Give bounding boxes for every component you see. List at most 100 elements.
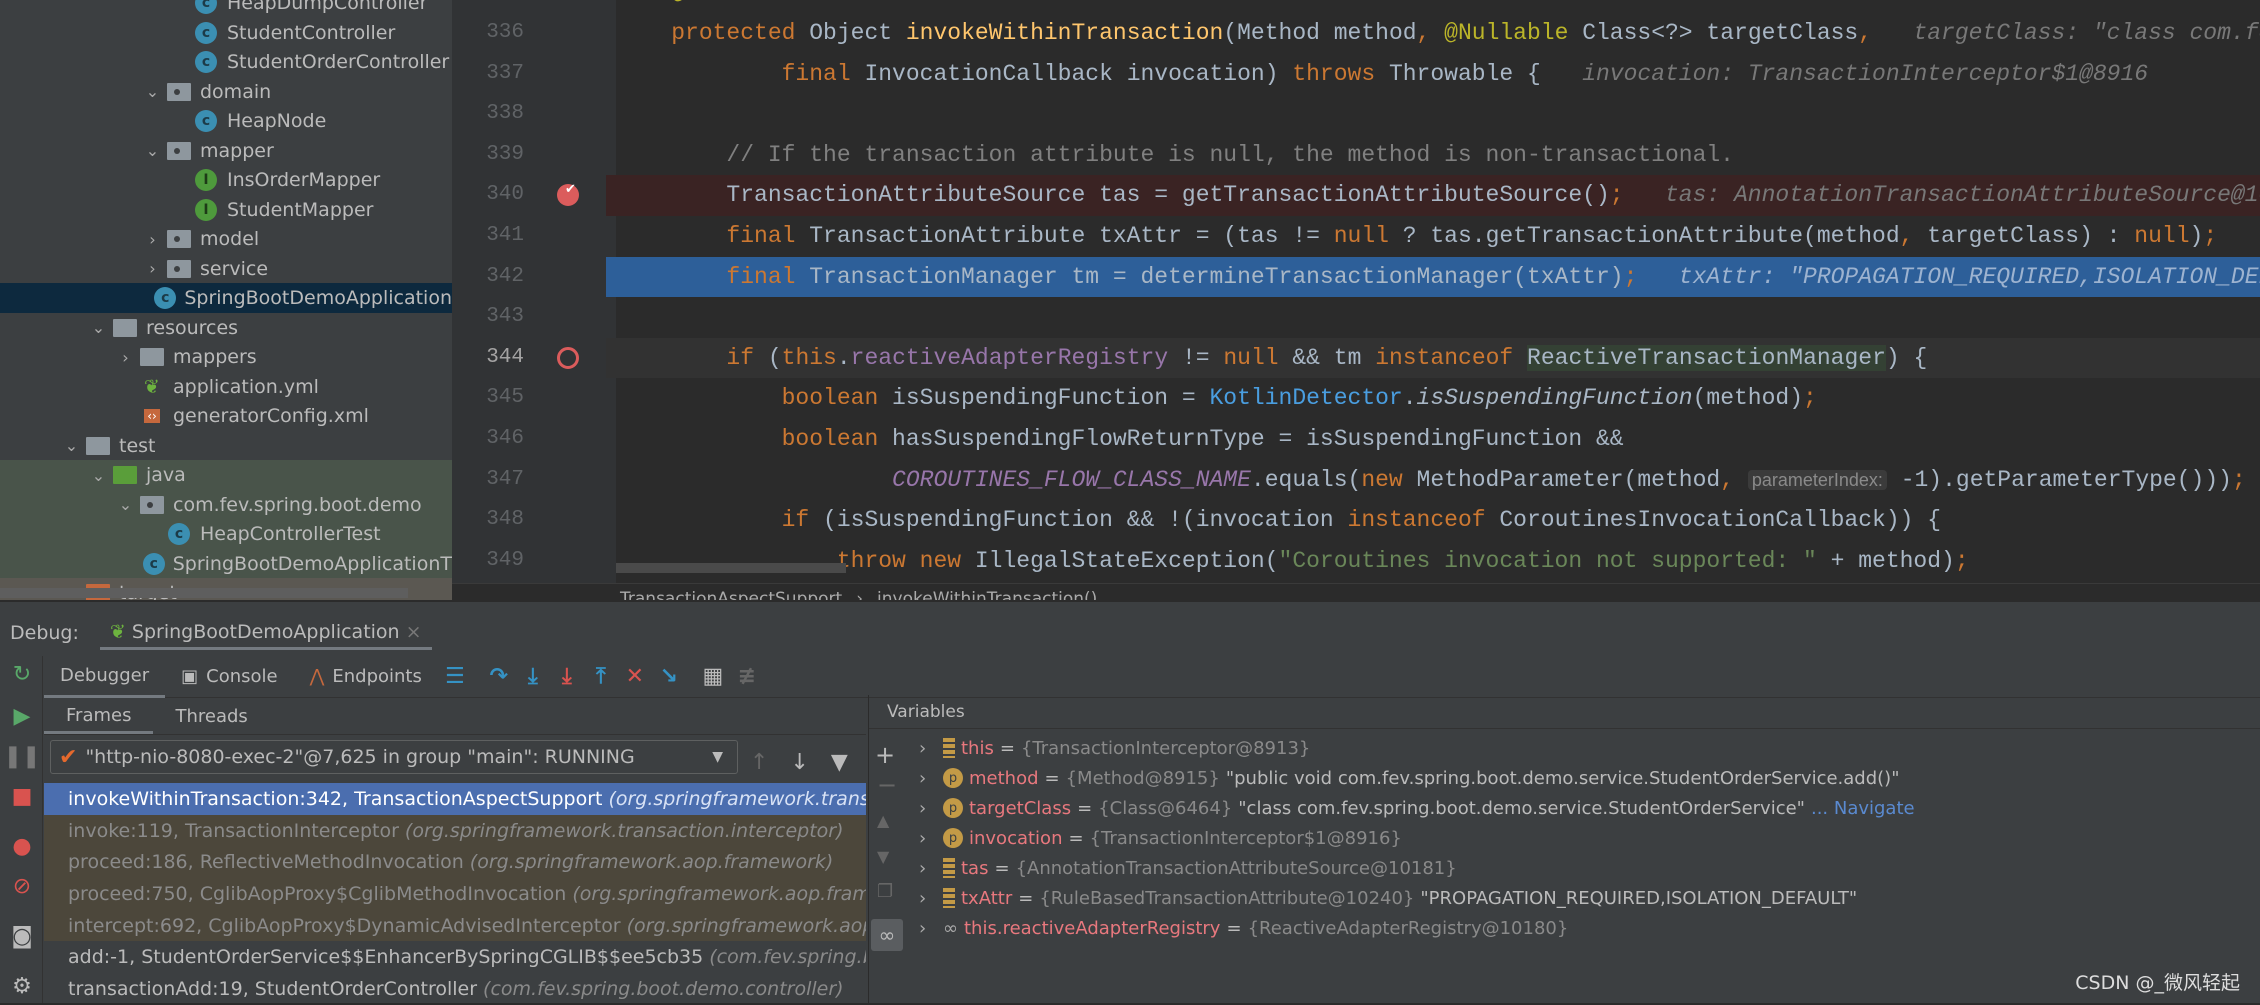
code-line[interactable]	[606, 94, 2260, 135]
tab-endpoints[interactable]: ⋀ Endpoints	[294, 656, 438, 698]
tab-frames[interactable]: Frames	[44, 699, 154, 734]
chevron-right-icon[interactable]: ›	[919, 918, 937, 939]
chevron-down-icon[interactable]: ⌄	[139, 141, 166, 160]
tree-item[interactable]: › model	[0, 224, 452, 254]
close-tab-icon[interactable]: ×	[406, 621, 422, 643]
force-step-into-icon[interactable]: ⤓	[550, 660, 584, 694]
variable-item[interactable]: › p invocation = {TransactionInterceptor$1@8…	[919, 823, 1402, 853]
trace-stream-icon[interactable]: ≢	[730, 660, 764, 694]
tree-item[interactable]: c SpringBootDemoApplicationT	[0, 548, 452, 579]
code-line[interactable]: if (this.reactiveAdapterRegistry != null…	[606, 337, 2260, 379]
tree-item[interactable]: ⌄ resources	[0, 313, 452, 343]
tree-item[interactable]: ⌄ mapper	[0, 136, 452, 166]
navigate-link[interactable]: ... Navigate	[1811, 798, 1915, 819]
code-line[interactable]	[606, 297, 2260, 338]
code-line[interactable]: TransactionAttributeSource tas = getTran…	[606, 175, 2260, 216]
add-watch-icon[interactable]: +	[875, 741, 895, 769]
run-config-tab[interactable]: ❦ SpringBootDemoApplication ×	[100, 616, 432, 650]
chevron-right-icon[interactable]: ›	[112, 348, 139, 367]
chevron-right-icon[interactable]: ›	[919, 858, 937, 879]
frame-item[interactable]: add:-1, StudentOrderService$$EnhancerByS…	[44, 942, 866, 974]
view-breakpoints-icon[interactable]: ●	[8, 832, 36, 860]
arrow-up-icon[interactable]: ↑	[750, 750, 768, 775]
mute-breakpoints-icon[interactable]: ⊘	[8, 872, 36, 900]
frame-item[interactable]: transactionAdd:19, StudentOrderControlle…	[44, 973, 866, 1005]
show-watches-icon[interactable]: ∞	[871, 919, 903, 951]
code-line[interactable]: final TransactionAttribute txAttr = (tas…	[606, 216, 2260, 257]
tree-item[interactable]: c StudentOrderController	[0, 47, 452, 77]
arrow-down-icon[interactable]: ↓	[790, 750, 808, 775]
run-to-cursor-icon[interactable]: ↘	[652, 660, 686, 694]
tree-item[interactable]: c HeapControllerTest	[0, 519, 452, 549]
show-execution-point-icon[interactable]: ☰	[438, 660, 472, 694]
variable-item[interactable]: › this = {TransactionInterceptor@8913}	[919, 733, 1310, 763]
tree-item[interactable]: ❦ application.yml	[0, 372, 452, 402]
frame-item[interactable]: invokeWithinTransaction:342, Transaction…	[44, 783, 866, 815]
chevron-right-icon[interactable]: ›	[139, 230, 166, 249]
code-line[interactable]: @Nullable	[606, 0, 2260, 13]
variable-item[interactable]: › tas = {AnnotationTransactionAttributeSour…	[919, 853, 1457, 883]
move-up-icon[interactable]: ▲	[877, 811, 889, 830]
tree-item[interactable]: ⌄ java	[0, 460, 452, 490]
editor-horizontal-scrollbar[interactable]	[616, 563, 846, 573]
tree-horizontal-scrollbar[interactable]	[0, 588, 408, 598]
camera-icon[interactable]: ◙	[8, 922, 36, 950]
chevron-right-icon[interactable]: ›	[919, 768, 937, 789]
step-into-icon[interactable]: ⤓	[516, 660, 550, 694]
frame-item[interactable]: intercept:692, CglibAopProxy$DynamicAdvi…	[44, 909, 866, 942]
variable-item[interactable]: › txAttr = {RuleBasedTransactionAttribute@1…	[919, 883, 1857, 913]
remove-watch-icon[interactable]: −	[877, 771, 897, 799]
frame-item[interactable]: proceed:186, ReflectiveMethodInvocation(…	[44, 846, 866, 879]
rerun-icon[interactable]: ↻	[8, 660, 36, 688]
thread-selector[interactable]: ✔ "http-nio-8080-exec-2"@7,625 in group …	[50, 740, 738, 774]
variable-item[interactable]: › p method = {Method@8915} "public void com.f…	[919, 763, 1899, 793]
code-line[interactable]: protected Object invokeWithinTransaction…	[606, 13, 2260, 54]
tree-item[interactable]: › mappers	[0, 342, 452, 372]
filter-icon[interactable]: ▼	[831, 750, 848, 775]
evaluate-expression-icon[interactable]: ▦	[696, 660, 730, 694]
chevron-down-icon[interactable]: ⌄	[58, 436, 85, 455]
code-line[interactable]: throw new IllegalStateException("Corouti…	[606, 541, 2260, 582]
variable-item[interactable]: › ∞ this.reactiveAdapterRegistry = {Reactive…	[919, 913, 1568, 943]
tree-item[interactable]: ⌄ com.fev.spring.boot.demo	[0, 489, 452, 520]
code-line[interactable]: boolean isSuspendingFunction = KotlinDet…	[606, 378, 2260, 419]
settings-icon[interactable]: ⚙	[8, 972, 36, 1000]
chevron-down-icon[interactable]: ⌄	[139, 82, 166, 101]
tree-item[interactable]: I InsOrderMapper	[0, 165, 452, 195]
tree-item[interactable]: ⌄ domain	[0, 77, 452, 107]
code-line[interactable]: final InvocationCallback invocation) thr…	[606, 54, 2260, 95]
tab-console[interactable]: ▣ Console	[165, 656, 293, 698]
tree-item[interactable]: › service	[0, 254, 452, 284]
frame-item[interactable]: invoke:119, TransactionInterceptor (org.s…	[44, 814, 866, 847]
stop-icon[interactable]: ■	[8, 782, 36, 810]
code-line[interactable]: COROUTINES_FLOW_CLASS_NAME.equals(new Me…	[606, 460, 2260, 501]
variable-item[interactable]: › p targetClass = {Class@6464} "class com.fev…	[919, 793, 1915, 823]
breakpoint-icon[interactable]	[557, 346, 579, 369]
code-line[interactable]: // If the transaction attribute is null,…	[606, 135, 2260, 176]
tree-item[interactable]: c SpringBootDemoApplication	[0, 283, 452, 313]
tab-debugger[interactable]: Debugger	[44, 656, 166, 698]
pause-icon[interactable]: ❚❚	[4, 742, 41, 770]
code-line[interactable]: final TransactionManager tm = determineT…	[606, 256, 2260, 298]
chevron-right-icon[interactable]: ›	[919, 828, 937, 849]
step-out-icon[interactable]: ⤒	[584, 660, 618, 694]
code-line[interactable]: boolean hasSuspendingFlowReturnType = is…	[606, 419, 2260, 460]
frame-item[interactable]: proceed:750, CglibAopProxy$CglibMethodIn…	[44, 878, 866, 910]
tree-item[interactable]: I StudentMapper	[0, 195, 452, 225]
chevron-right-icon[interactable]: ›	[919, 798, 937, 819]
chevron-right-icon[interactable]: ›	[919, 888, 937, 909]
step-over-icon[interactable]: ↷	[482, 660, 516, 694]
chevron-down-icon[interactable]: ⌄	[85, 466, 112, 485]
move-down-icon[interactable]: ▼	[877, 847, 889, 866]
code-line[interactable]: if (isSuspendingFunction && !(invocation…	[606, 500, 2260, 541]
duplicate-watch-icon[interactable]: ❐	[877, 881, 893, 902]
tree-item[interactable]: c HeapNode	[0, 106, 452, 136]
chevron-right-icon[interactable]: ›	[139, 259, 166, 278]
tree-item[interactable]: ‹› generatorConfig.xml	[0, 401, 452, 431]
tree-item[interactable]: c HeapDumpController	[0, 0, 452, 18]
tree-item[interactable]: ⌄ test	[0, 431, 452, 461]
resume-icon[interactable]: ▶	[8, 702, 36, 730]
tab-threads[interactable]: Threads	[153, 699, 269, 734]
chevron-down-icon[interactable]: ⌄	[112, 495, 139, 514]
drop-frame-icon[interactable]: ✕	[618, 660, 652, 694]
